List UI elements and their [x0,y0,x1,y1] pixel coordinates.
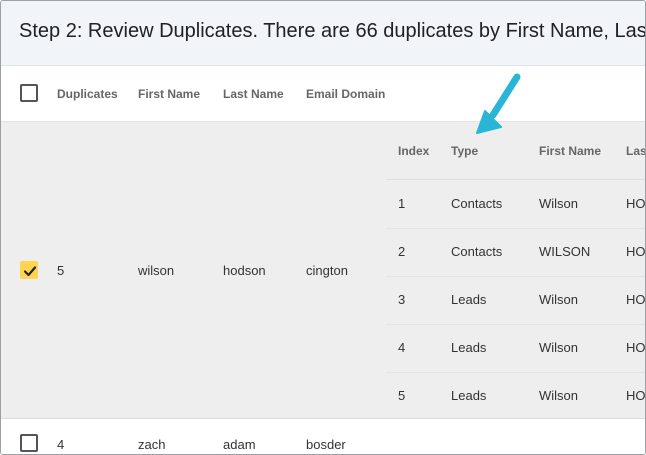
record-index: 3 [398,292,406,307]
row-checkbox[interactable] [20,261,38,279]
arrow-annotation-icon [476,73,521,134]
row-checkbox[interactable] [20,434,38,452]
record-first-name: WILSON [539,244,591,259]
table-header-row: Duplicates First Name Last Name Email Do… [1,66,645,122]
record-type: Leads [451,388,487,403]
record-row[interactable]: 5 Leads Wilson HO [386,372,646,418]
record-row[interactable]: 1 Contacts Wilson HO [386,180,646,229]
first-name-cell: zach [138,437,166,452]
app-window: Step 2: Review Duplicates. There are 66 … [0,0,646,455]
record-index: 4 [398,340,406,355]
record-index: 1 [398,196,406,211]
record-row[interactable]: 2 Contacts WILSON HO [386,228,646,277]
email-domain-cell: cington [306,263,348,278]
records-header-first-name[interactable]: First Name [539,144,601,158]
table-row[interactable]: 4 zach adam bosder [1,419,645,454]
record-last-name: HO [626,388,646,403]
duplicates-count: 4 [57,437,65,452]
record-first-name: Wilson [539,292,579,307]
select-all-checkbox[interactable] [20,84,38,102]
record-first-name: Wilson [539,196,579,211]
record-first-name: Wilson [539,388,579,403]
table-row[interactable]: 5 wilson hodson cington Index Type First… [1,122,645,419]
last-name-cell: hodson [223,263,266,278]
step-title: Step 2: Review Duplicates. There are 66 … [19,20,646,42]
step-header: Step 2: Review Duplicates. There are 66 … [1,1,645,66]
duplicates-count: 5 [57,263,65,278]
record-last-name: HO [626,244,646,259]
record-row[interactable]: 3 Leads Wilson HO [386,276,646,325]
records-header-last-name[interactable]: Last [626,144,645,158]
column-header-duplicates[interactable]: Duplicates [57,87,118,101]
record-first-name: Wilson [539,340,579,355]
records-header-index[interactable]: Index [398,144,429,158]
column-header-first-name[interactable]: First Name [138,87,200,101]
record-row[interactable]: 4 Leads Wilson HO [386,324,646,373]
records-header-type[interactable]: Type [451,144,478,158]
check-icon [23,266,37,277]
email-domain-cell: bosder [306,437,346,452]
column-header-email-domain[interactable]: Email Domain [306,87,385,101]
record-type: Contacts [451,196,503,211]
last-name-cell: adam [223,437,256,452]
column-header-last-name[interactable]: Last Name [223,87,284,101]
record-last-name: HO [626,340,646,355]
record-last-name: HO [626,196,646,211]
duplicate-records-table: Index Type First Name Last 1 Contacts Wi… [386,122,646,418]
record-index: 5 [398,388,406,403]
record-type: Contacts [451,244,503,259]
first-name-cell: wilson [138,263,175,278]
record-index: 2 [398,244,406,259]
record-last-name: HO [626,292,646,307]
record-type: Leads [451,340,487,355]
record-type: Leads [451,292,487,307]
